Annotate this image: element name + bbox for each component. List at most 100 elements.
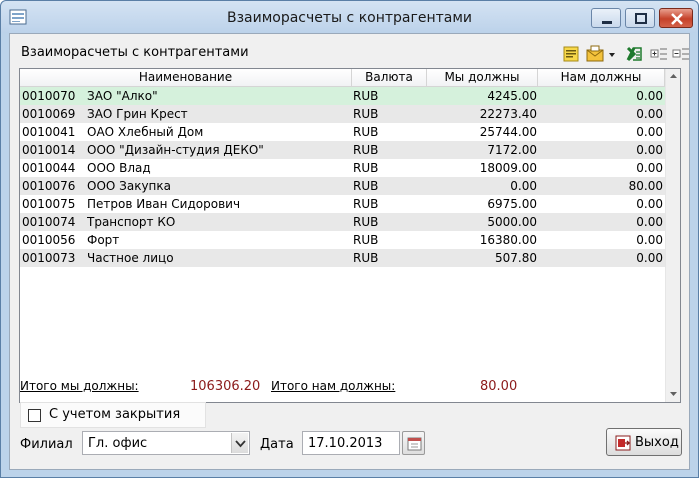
total-they-owe-label: Итого нам должны:: [271, 379, 396, 393]
cell-they-owe: 0.00: [636, 251, 663, 265]
cell-code: 0010074: [22, 215, 76, 229]
table-row[interactable]: 0010070 ЗАО "Алко" RUB 4245.00 0.00: [20, 87, 665, 105]
column-header-currency[interactable]: Валюта: [352, 69, 427, 87]
cell-name: Частное лицо: [87, 251, 174, 265]
cell-code: 0010076: [22, 179, 76, 193]
cell-name: Петров Иван Сидорович: [87, 197, 241, 211]
table-row[interactable]: 0010044 ООО Влад RUB 18009.00 0.00: [20, 159, 665, 177]
cell-currency: RUB: [353, 251, 379, 265]
toolbar: [555, 42, 689, 66]
excel-icon[interactable]: [625, 44, 645, 64]
exit-button[interactable]: Выход: [606, 428, 682, 456]
date-field[interactable]: 17.10.2013: [302, 431, 400, 455]
cell-they-owe: 0.00: [636, 233, 663, 247]
cell-code: 0010041: [22, 125, 76, 139]
cell-they-owe: 0.00: [636, 215, 663, 229]
total-we-owe-value: 106306.20: [190, 379, 261, 394]
expand-icon[interactable]: [649, 44, 669, 64]
table-row[interactable]: 0010075 Петров Иван Сидорович RUB 6975.0…: [20, 195, 665, 213]
cell-currency: RUB: [353, 107, 379, 121]
cell-code: 0010069: [22, 107, 76, 121]
closing-checkbox-area[interactable]: С учетом закрытия: [20, 402, 206, 428]
cell-code: 0010056: [22, 233, 76, 247]
cell-currency: RUB: [353, 143, 379, 157]
cell-we-owe: 507.80: [495, 251, 537, 265]
table-header: Наименование Валюта Мы должны Нам должны: [20, 69, 665, 87]
cell-they-owe: 0.00: [636, 161, 663, 175]
cell-name: ООО Закупка: [87, 179, 171, 193]
collapse-icon[interactable]: [671, 44, 691, 64]
cell-name: ООО Влад: [87, 161, 151, 175]
cell-they-owe: 0.00: [636, 89, 663, 103]
cell-code: 0010014: [22, 143, 76, 157]
cell-currency: RUB: [353, 233, 379, 247]
cell-we-owe: 4245.00: [487, 89, 537, 103]
table-row[interactable]: 0010069 ЗАО Грин Крест RUB 22273.40 0.00: [20, 105, 665, 123]
exit-button-label: Выход: [635, 435, 679, 450]
cell-name: ООО "Дизайн-студия ДЕКО": [87, 143, 264, 157]
column-header-we-owe[interactable]: Мы должны: [427, 69, 538, 87]
cell-name: ОАО Хлебный Дом: [87, 125, 204, 139]
cell-name: ЗАО Грин Крест: [87, 107, 188, 121]
table-row[interactable]: 0010074 Транспорт КО RUB 5000.00 0.00: [20, 213, 665, 231]
cell-currency: RUB: [353, 161, 379, 175]
total-we-owe-label: Итого мы должны:: [20, 379, 139, 393]
note-icon[interactable]: [561, 44, 581, 64]
vertical-scrollbar[interactable]: [665, 69, 680, 402]
table-row[interactable]: 0010056 Форт RUB 16380.00 0.00: [20, 231, 665, 249]
cell-currency: RUB: [353, 89, 379, 103]
table-body: 0010070 ЗАО "Алко" RUB 4245.00 0.00 0010…: [20, 87, 665, 267]
cell-code: 0010070: [22, 89, 76, 103]
table-row[interactable]: 0010076 ООО Закупка RUB 0.00 80.00: [20, 177, 665, 195]
cell-they-owe: 0.00: [636, 197, 663, 211]
dropdown-arrow-icon[interactable]: [607, 44, 617, 64]
chevron-down-icon[interactable]: [231, 433, 248, 453]
cell-code: 0010044: [22, 161, 76, 175]
cell-code: 0010075: [22, 197, 76, 211]
table-row[interactable]: 0010073 Частное лицо RUB 507.80 0.00: [20, 249, 665, 267]
cell-they-owe: 80.00: [628, 179, 663, 193]
closing-checkbox-label[interactable]: С учетом закрытия: [49, 407, 180, 422]
panel-title: Взаиморасчеты с контрагентами: [21, 45, 249, 60]
cell-they-owe: 0.00: [636, 143, 663, 157]
cell-we-owe: 16380.00: [479, 233, 537, 247]
branch-select-value: Гл. офис: [88, 436, 148, 451]
cell-they-owe: 0.00: [636, 107, 663, 121]
cell-they-owe: 0.00: [636, 125, 663, 139]
exit-icon: [615, 435, 631, 454]
client-area: Взаиморасчеты с контрагентами Наименован…: [9, 33, 690, 470]
calendar-button[interactable]: [402, 431, 425, 455]
scroll-down-icon: [670, 392, 677, 396]
branch-label: Филиал: [20, 437, 73, 452]
cell-we-owe: 25744.00: [479, 125, 537, 139]
total-they-owe-value: 80.00: [480, 379, 518, 394]
maximize-button[interactable]: [625, 8, 655, 28]
cell-name: Форт: [87, 233, 120, 247]
cell-we-owe: 0.00: [510, 179, 537, 193]
column-header-they-owe[interactable]: Нам должны: [538, 69, 665, 87]
closing-checkbox[interactable]: [28, 409, 41, 422]
mail-icon[interactable]: [585, 44, 605, 64]
cell-we-owe: 5000.00: [487, 215, 537, 229]
cell-currency: RUB: [353, 179, 379, 193]
main-window: Взаиморасчеты с контрагентами Взаиморасч…: [0, 0, 699, 478]
cell-we-owe: 22273.40: [479, 107, 537, 121]
cell-currency: RUB: [353, 125, 379, 139]
scroll-up-icon: [670, 74, 677, 78]
counterparty-table[interactable]: Наименование Валюта Мы должны Нам должны…: [19, 68, 681, 403]
cell-we-owe: 18009.00: [479, 161, 537, 175]
minimize-button[interactable]: [591, 8, 621, 28]
table-row[interactable]: 0010041 ОАО Хлебный Дом RUB 25744.00 0.0…: [20, 123, 665, 141]
cell-currency: RUB: [353, 197, 379, 211]
date-label: Дата: [260, 437, 294, 452]
close-button[interactable]: [659, 8, 693, 28]
cell-name: ЗАО "Алко": [87, 89, 158, 103]
calendar-icon: [407, 437, 422, 451]
column-header-name[interactable]: Наименование: [20, 69, 352, 87]
cell-name: Транспорт КО: [87, 215, 176, 229]
branch-select[interactable]: Гл. офис: [82, 431, 250, 455]
cell-currency: RUB: [353, 215, 379, 229]
title-bar[interactable]: Взаиморасчеты с контрагентами: [1, 1, 698, 33]
cell-code: 0010073: [22, 251, 76, 265]
table-row[interactable]: 0010014 ООО "Дизайн-студия ДЕКО" RUB 717…: [20, 141, 665, 159]
